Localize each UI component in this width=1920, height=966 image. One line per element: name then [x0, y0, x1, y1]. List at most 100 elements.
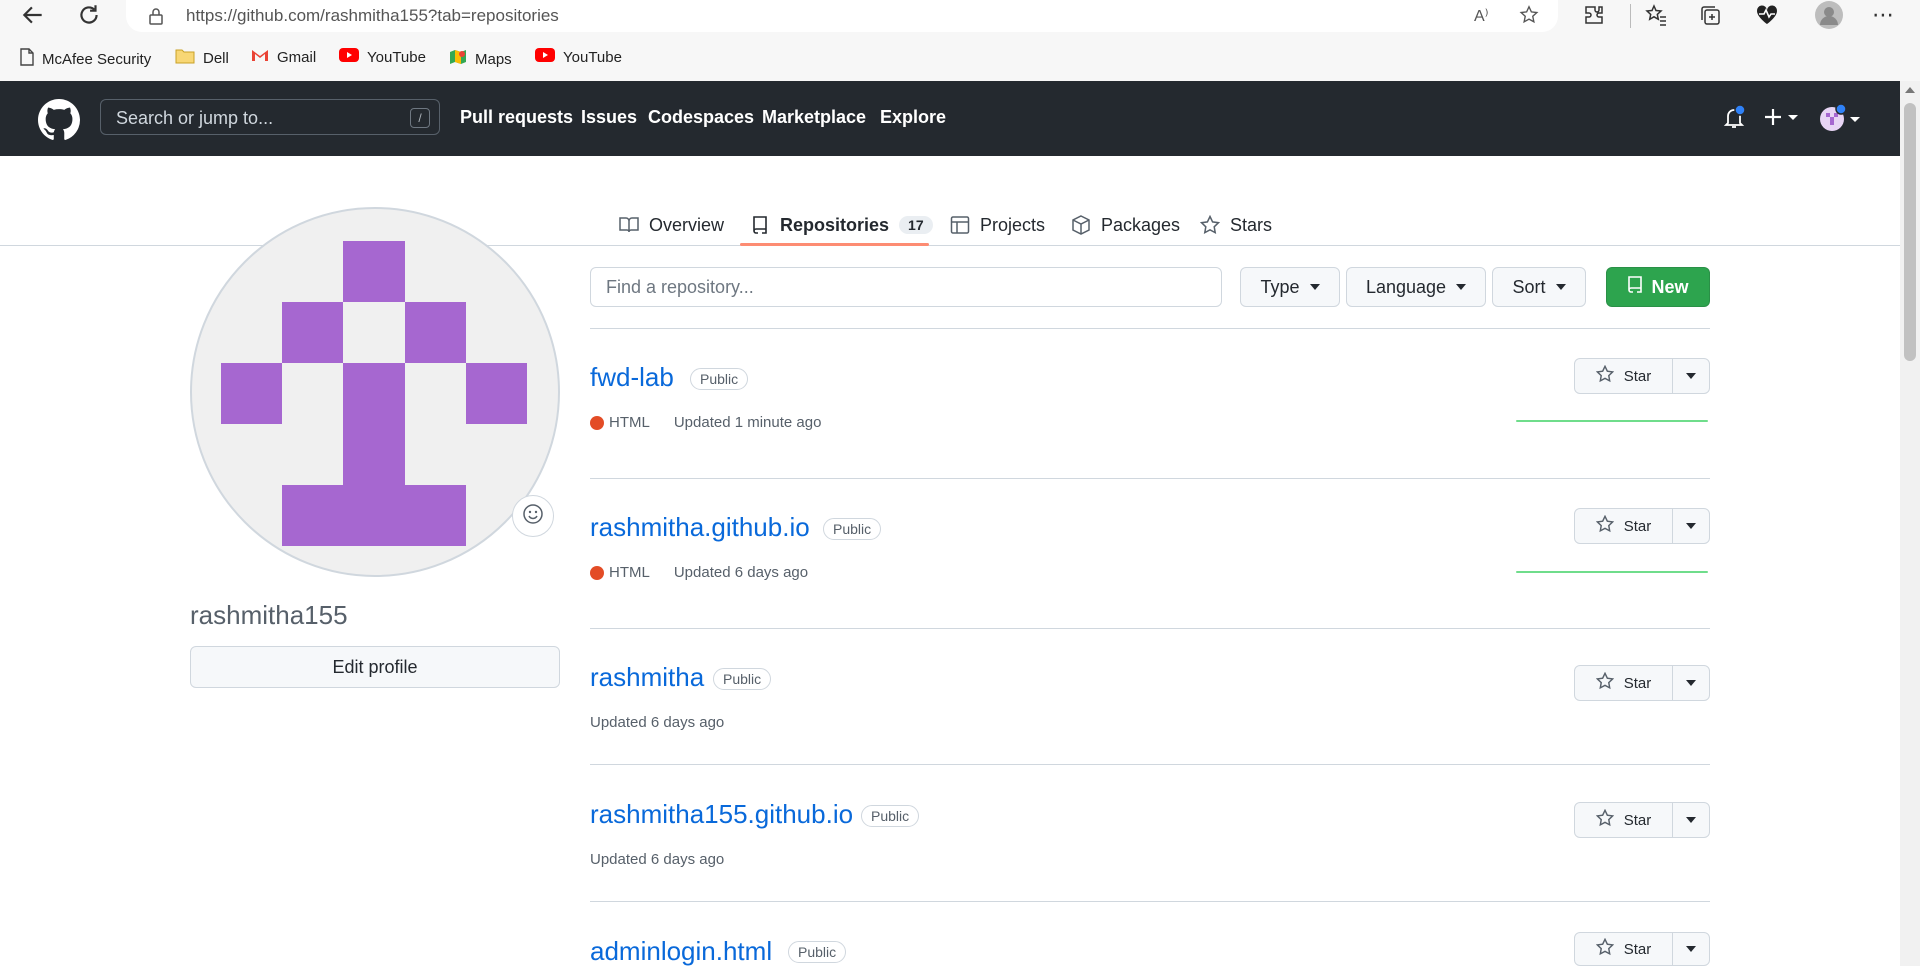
page-scrollbar[interactable]	[1900, 81, 1920, 966]
scroll-up-arrow-icon[interactable]	[1905, 87, 1915, 93]
header-search-input[interactable]: Search or jump to... /	[100, 99, 440, 135]
avatar-pixel	[405, 302, 466, 363]
bookmark-maps[interactable]: Maps	[449, 48, 512, 70]
profile-avatar[interactable]	[190, 207, 560, 577]
star-list-dropdown[interactable]	[1673, 666, 1709, 700]
create-new-icon[interactable]	[1764, 107, 1802, 132]
search-shortcut-key: /	[410, 108, 430, 128]
notifications-bell-icon[interactable]	[1722, 104, 1746, 136]
scroll-thumb[interactable]	[1904, 103, 1916, 361]
tab-repositories[interactable]: Repositories 17	[750, 205, 933, 245]
star-button[interactable]: Star	[1575, 359, 1673, 393]
address-bar[interactable]: https://github.com/rashmitha155?tab=repo…	[126, 0, 1558, 32]
star-button[interactable]: Star	[1575, 666, 1673, 700]
repo-meta: Updated 6 days ago	[590, 851, 724, 868]
nav-codespaces[interactable]: Codespaces	[648, 107, 754, 128]
nav-pull-requests[interactable]: Pull requests	[460, 107, 573, 128]
avatar-pixel	[282, 485, 466, 546]
more-menu-icon[interactable]: ⋯	[1872, 2, 1894, 28]
list-divider	[590, 764, 1710, 765]
repo-name-link[interactable]: rashmitha.github.io	[590, 512, 810, 543]
refresh-icon[interactable]	[76, 2, 102, 32]
star-list-dropdown[interactable]	[1673, 803, 1709, 837]
read-aloud-icon[interactable]: A⁾	[1474, 6, 1489, 26]
collections-icon[interactable]	[1698, 3, 1722, 32]
tab-projects[interactable]: Projects	[950, 205, 1045, 245]
repo-language: HTML	[590, 564, 650, 581]
star-list-dropdown[interactable]	[1673, 933, 1709, 965]
user-avatar-menu-icon[interactable]	[1818, 103, 1862, 138]
tab-overview[interactable]: Overview	[619, 205, 724, 245]
bookmark-gmail[interactable]: Gmail	[251, 48, 316, 66]
tab-packages[interactable]: Packages	[1071, 205, 1180, 245]
back-icon[interactable]	[20, 2, 46, 32]
repo-icon	[1627, 275, 1643, 299]
caret-down-icon	[1686, 817, 1696, 823]
language-color-dot	[590, 565, 604, 580]
star-list-dropdown[interactable]	[1673, 359, 1709, 393]
caret-down-icon	[1686, 523, 1696, 529]
edit-profile-button[interactable]: Edit profile	[190, 646, 560, 688]
find-repository-field[interactable]	[590, 267, 1222, 307]
browser-profile-icon[interactable]	[1814, 0, 1844, 35]
visibility-badge: Public	[788, 941, 847, 963]
find-repository-input[interactable]	[591, 268, 1221, 306]
repo-meta: HTML Updated 1 minute ago	[590, 414, 821, 431]
avatar-pixel	[466, 363, 527, 424]
repo-updated: Updated 6 days ago	[590, 714, 725, 731]
add-favorite-icon[interactable]	[1518, 4, 1540, 31]
repo-updated: Updated 1 minute ago	[673, 414, 822, 431]
avatar-pixel	[221, 363, 282, 424]
bookmark-mcafee[interactable]: McAfee Security	[20, 48, 151, 70]
set-status-button[interactable]	[512, 495, 554, 537]
repo-count-badge: 17	[899, 216, 933, 234]
github-logo-icon[interactable]	[38, 99, 80, 146]
star-button-group: Star	[1574, 508, 1710, 544]
nav-issues[interactable]: Issues	[581, 107, 637, 128]
url-text[interactable]: https://github.com/rashmitha155?tab=repo…	[186, 6, 559, 26]
extensions-icon[interactable]	[1582, 3, 1606, 32]
document-icon	[20, 48, 34, 70]
bookmark-dell[interactable]: Dell	[175, 48, 229, 68]
type-filter-button[interactable]: Type	[1240, 267, 1340, 307]
caret-down-icon	[1555, 284, 1566, 290]
gmail-icon	[251, 48, 269, 66]
sort-filter-button[interactable]: Sort	[1492, 267, 1586, 307]
toolbar-divider	[1630, 4, 1631, 28]
repo-updated: Updated 6 days ago	[590, 851, 725, 868]
bookmark-youtube-2[interactable]: YouTube	[535, 48, 622, 66]
language-filter-button[interactable]: Language	[1346, 267, 1486, 307]
maps-icon	[449, 48, 467, 70]
youtube-icon	[535, 48, 555, 66]
tab-stars[interactable]: Stars	[1199, 205, 1272, 245]
caret-down-icon	[1686, 680, 1696, 686]
repo-name-link[interactable]: rashmitha155.github.io	[590, 799, 853, 830]
lock-icon[interactable]	[148, 7, 164, 30]
repo-name-link[interactable]: fwd-lab	[590, 362, 674, 393]
visibility-badge: Public	[690, 368, 749, 390]
github-header: Search or jump to... / Pull requests Iss…	[0, 81, 1900, 156]
repo-name-link[interactable]: rashmitha	[590, 662, 704, 693]
star-icon	[1595, 808, 1614, 831]
caret-down-icon	[1456, 284, 1467, 290]
star-icon	[1595, 671, 1614, 694]
health-icon[interactable]	[1754, 3, 1780, 32]
list-divider	[590, 628, 1710, 629]
star-list-dropdown[interactable]	[1673, 509, 1709, 543]
star-button[interactable]: Star	[1575, 933, 1673, 965]
visibility-badge: Public	[861, 805, 920, 827]
favorites-icon[interactable]	[1644, 3, 1668, 32]
nav-explore[interactable]: Explore	[880, 107, 946, 128]
nav-marketplace[interactable]: Marketplace	[762, 107, 866, 128]
bookmark-youtube-1[interactable]: YouTube	[339, 48, 426, 66]
list-divider	[590, 328, 1710, 329]
language-color-dot	[590, 415, 604, 430]
star-button[interactable]: Star	[1575, 803, 1673, 837]
new-repository-button[interactable]: New	[1606, 267, 1710, 307]
star-button-group: Star	[1574, 665, 1710, 701]
star-button-group: Star	[1574, 358, 1710, 394]
star-icon	[1199, 214, 1221, 235]
avatar-pixel	[343, 241, 405, 302]
repo-name-link[interactable]: adminlogin.html	[590, 936, 772, 966]
star-button[interactable]: Star	[1575, 509, 1673, 543]
